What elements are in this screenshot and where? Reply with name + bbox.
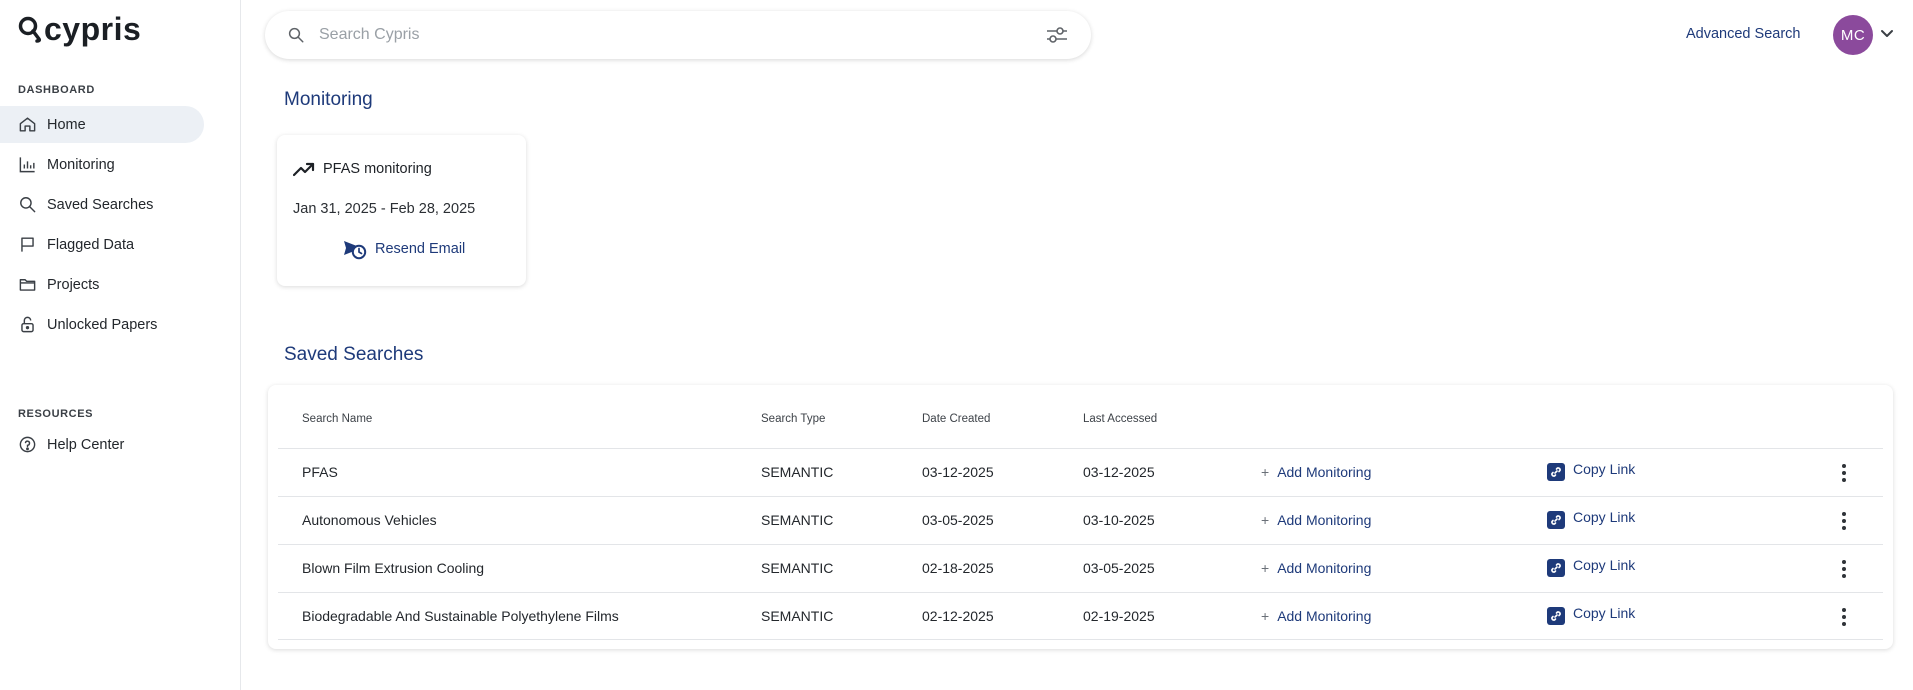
copy-link-label: Copy Link [1573, 509, 1636, 525]
date-created-cell: 02-12-2025 [922, 608, 994, 624]
sidebar-item-flagged-data[interactable]: Flagged Data [0, 226, 204, 263]
copy-link-label: Copy Link [1573, 605, 1636, 621]
sidebar-item-monitoring[interactable]: Monitoring [0, 146, 204, 183]
sidebar: cypris DASHBOARD Home Monitoring Saved S… [0, 0, 241, 690]
last-accessed-cell: 02-19-2025 [1083, 608, 1155, 624]
logo-mark-icon [18, 16, 41, 43]
date-created-cell: 03-05-2025 [922, 512, 994, 528]
search-name-cell[interactable]: Biodegradable And Sustainable Polyethyle… [302, 608, 619, 624]
copy-link-button[interactable]: Copy Link [1547, 461, 1635, 481]
plus-icon: + [1261, 512, 1270, 528]
link-icon [1547, 463, 1565, 481]
more-options-icon[interactable] [1834, 605, 1854, 629]
sidebar-item-projects[interactable]: Projects [0, 266, 204, 303]
app-logo[interactable]: cypris [18, 12, 141, 46]
add-monitoring-label: Add Monitoring [1277, 608, 1372, 624]
table-row[interactable]: PFAS SEMANTIC 03-12-2025 03-12-2025 + Ad… [278, 448, 1883, 496]
copy-link-label: Copy Link [1573, 461, 1636, 477]
last-accessed-cell: 03-05-2025 [1083, 560, 1155, 576]
flag-icon [21, 237, 34, 252]
copy-link-button[interactable]: Copy Link [1547, 605, 1635, 625]
plus-icon: + [1261, 608, 1270, 624]
add-monitoring-label: Add Monitoring [1277, 464, 1372, 480]
plus-icon: + [1261, 560, 1270, 576]
sidebar-item-label: Help Center [47, 436, 125, 453]
add-monitoring-button[interactable]: + Add Monitoring [1261, 560, 1371, 576]
more-options-icon[interactable] [1834, 557, 1854, 581]
copy-link-button[interactable]: Copy Link [1547, 509, 1635, 529]
copy-link-label: Copy Link [1573, 557, 1636, 573]
sidebar-item-label: Unlocked Papers [47, 316, 158, 333]
monitoring-card[interactable]: PFAS monitoring Jan 31, 2025 - Feb 28, 2… [277, 135, 526, 286]
advanced-search-link[interactable]: Advanced Search [1686, 26, 1800, 42]
search-bar [265, 11, 1091, 59]
chevron-down-icon[interactable] [1880, 27, 1894, 41]
copy-link-button[interactable]: Copy Link [1547, 557, 1635, 577]
monitoring-title-text: PFAS monitoring [323, 161, 432, 177]
search-type-cell: SEMANTIC [761, 512, 834, 528]
bar-chart-icon [19, 157, 35, 173]
trending-up-icon [293, 162, 315, 177]
add-monitoring-label: Add Monitoring [1277, 560, 1372, 576]
link-icon [1547, 607, 1565, 625]
add-monitoring-button[interactable]: + Add Monitoring [1261, 608, 1371, 624]
sidebar-item-label: Flagged Data [47, 236, 135, 253]
search-type-cell: SEMANTIC [761, 608, 834, 624]
sidebar-item-label: Home [47, 116, 86, 133]
monitoring-date-range: Jan 31, 2025 - Feb 28, 2025 [293, 201, 476, 217]
last-accessed-cell: 03-10-2025 [1083, 512, 1155, 528]
resend-email-button[interactable]: Resend Email [343, 238, 465, 260]
table-row[interactable]: Blown Film Extrusion Cooling SEMANTIC 02… [278, 544, 1883, 592]
folder-icon [19, 279, 36, 291]
search-name-cell[interactable]: Blown Film Extrusion Cooling [302, 560, 484, 576]
table-row[interactable]: Biodegradable And Sustainable Polyethyle… [278, 592, 1883, 640]
add-monitoring-label: Add Monitoring [1277, 512, 1372, 528]
last-accessed-cell: 03-12-2025 [1083, 464, 1155, 480]
column-header-last-accessed[interactable]: Last Accessed [1083, 413, 1157, 425]
search-input[interactable] [319, 26, 1045, 44]
search-icon [20, 197, 36, 213]
sidebar-item-help-center[interactable]: Help Center [0, 426, 204, 463]
avatar[interactable]: MC [1833, 15, 1873, 55]
sidebar-item-home[interactable]: Home [0, 106, 204, 143]
search-type-cell: SEMANTIC [761, 560, 834, 576]
sidebar-item-saved-searches[interactable]: Saved Searches [0, 186, 204, 223]
resend-email-label: Resend Email [375, 241, 466, 257]
link-icon [1547, 559, 1565, 577]
search-icon [288, 27, 304, 43]
column-header-date-created[interactable]: Date Created [922, 413, 990, 425]
search-name-cell[interactable]: Autonomous Vehicles [302, 512, 437, 528]
saved-searches-table: Search Name Search Type Date Created Las… [268, 385, 1893, 649]
sidebar-item-label: Projects [47, 276, 100, 293]
help-icon [19, 436, 36, 453]
search-type-cell: SEMANTIC [761, 464, 834, 480]
column-header-search-name[interactable]: Search Name [302, 413, 372, 425]
add-monitoring-button[interactable]: + Add Monitoring [1261, 464, 1371, 480]
more-options-icon[interactable] [1834, 461, 1854, 485]
schedule-send-icon [344, 241, 367, 260]
more-options-icon[interactable] [1834, 509, 1854, 533]
plus-icon: + [1261, 464, 1270, 480]
saved-searches-heading: Saved Searches [284, 344, 424, 365]
table-row[interactable]: Autonomous Vehicles SEMANTIC 03-05-2025 … [278, 496, 1883, 544]
sidebar-item-label: Monitoring [47, 156, 115, 173]
resources-section-label: RESOURCES [18, 408, 94, 420]
date-created-cell: 03-12-2025 [922, 464, 994, 480]
home-icon [19, 117, 36, 132]
date-created-cell: 02-18-2025 [922, 560, 994, 576]
monitoring-heading: Monitoring [284, 89, 373, 110]
sidebar-item-unlocked-papers[interactable]: Unlocked Papers [0, 306, 204, 343]
link-icon [1547, 511, 1565, 529]
search-name-cell[interactable]: PFAS [302, 464, 338, 480]
app-name: cypris [44, 11, 142, 47]
add-monitoring-button[interactable]: + Add Monitoring [1261, 512, 1371, 528]
column-header-search-type[interactable]: Search Type [761, 413, 825, 425]
sidebar-item-label: Saved Searches [47, 196, 154, 213]
unlock-icon [21, 316, 34, 333]
monitoring-card-title: PFAS monitoring [293, 161, 432, 177]
filter-sliders-icon[interactable] [1045, 25, 1069, 45]
dashboard-section-label: DASHBOARD [18, 84, 95, 96]
